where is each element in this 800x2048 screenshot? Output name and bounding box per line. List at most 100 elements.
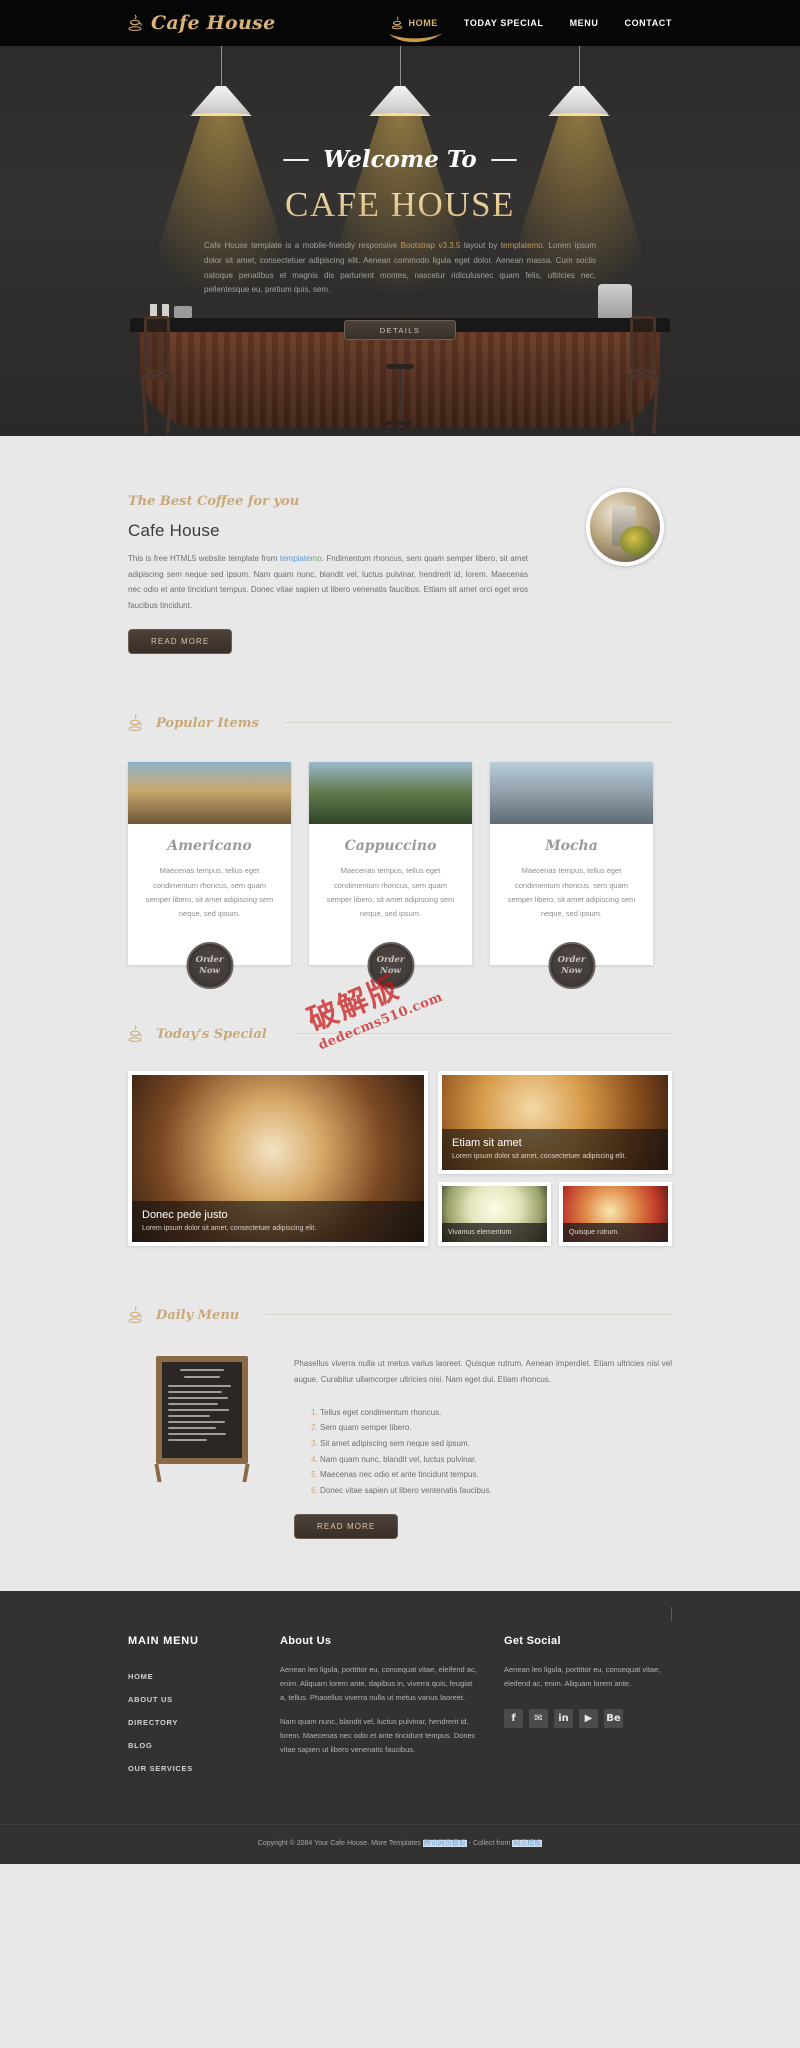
chalk-line xyxy=(168,1439,208,1442)
footer-menu-item-our-services[interactable]: OUR SERVICES xyxy=(128,1757,254,1780)
dash-right xyxy=(490,158,517,161)
popular-item-card[interactable]: Cappuccino Maecenas tempus, tellus eget … xyxy=(309,762,472,990)
hero-text-1: Cafe House template is a mobile-friendly… xyxy=(204,241,401,250)
special-small-card-left[interactable]: Vivamus elementum xyxy=(438,1182,551,1247)
popular-items-heading: Popular Items xyxy=(128,714,672,732)
about-read-more-button[interactable]: READ MORE xyxy=(128,629,233,655)
details-button[interactable]: DETAILS xyxy=(344,320,456,341)
footer-columns: MAIN MENU HOME ABOUT US DIRECTORY BLOG O… xyxy=(128,1635,672,1824)
hero-title: CAFE HOUSE xyxy=(200,185,600,225)
hero-paragraph: Cafe House template is a mobile-friendly… xyxy=(200,239,600,298)
footer-about-paragraph-2: Nam quam nunc, blandit vel, luctus pulvi… xyxy=(280,1716,476,1754)
order-line-1: Order xyxy=(557,955,586,966)
chalk-line xyxy=(168,1427,216,1430)
chalk-line xyxy=(168,1421,226,1424)
hero-text-2: layout by xyxy=(460,241,501,250)
special-small-left-caption: Vivamus elementum xyxy=(442,1222,547,1243)
nav-link-home[interactable]: HOME xyxy=(409,16,438,30)
order-line-2: Now xyxy=(380,965,401,976)
chalk-line xyxy=(168,1415,211,1418)
nav-link-today-special[interactable]: TODAY SPECIAL xyxy=(464,16,544,30)
daily-menu-body: Phasellus viverra nulla ut metus varius … xyxy=(128,1356,672,1540)
copyright-mid: - Collect from xyxy=(466,1840,513,1848)
special-top-card[interactable]: Etiam sit amet Lorem ipsum dolor sit ame… xyxy=(438,1071,672,1175)
chair-back xyxy=(144,316,170,372)
stool-base xyxy=(386,421,412,425)
copyright-link-2[interactable]: 网页模板 xyxy=(512,1840,543,1848)
nav-link-menu[interactable]: MENU xyxy=(570,16,599,30)
footer-menu-item-about-us[interactable]: ABOUT US xyxy=(128,1688,254,1711)
heading-rule xyxy=(284,721,672,725)
nav-item-home[interactable]: HOME xyxy=(388,16,443,43)
section-title: Daily Menu xyxy=(156,1307,240,1323)
popular-item-card[interactable]: Mocha Maecenas tempus, tellus eget condi… xyxy=(490,762,653,990)
chalk-line xyxy=(168,1433,227,1436)
daily-menu-item: Sit amet adipiscing sem neque sed ipsum. xyxy=(320,1436,672,1452)
special-small-card-right[interactable]: Quisque rutrum. xyxy=(559,1182,672,1247)
chalk-line xyxy=(168,1403,219,1406)
footer-menu-item-blog[interactable]: BLOG xyxy=(128,1734,254,1757)
popular-items-cards: Americano Maecenas tempus, tellus eget c… xyxy=(128,762,672,990)
order-now-button[interactable]: Order Now xyxy=(548,942,595,990)
bar-chair-right xyxy=(626,316,660,436)
daily-menu-item: Sem quam semper libero. xyxy=(320,1420,672,1436)
chalkboard-panel xyxy=(156,1356,248,1465)
behance-icon[interactable]: Be xyxy=(604,1709,623,1729)
todays-special-heading: Today's Special xyxy=(128,1025,672,1043)
order-now-button[interactable]: Order Now xyxy=(367,942,414,990)
hero-link-templatemo[interactable]: templatemo xyxy=(501,241,543,250)
order-line-2: Now xyxy=(199,965,220,976)
footer-about-heading: About Us xyxy=(280,1635,332,1648)
order-now-button[interactable]: Order Now xyxy=(186,942,233,990)
item-image xyxy=(128,762,291,825)
footer-get-social: Get Social Aenean leo ligula, porttitor … xyxy=(504,1635,672,1780)
swoosh-underline-icon xyxy=(387,31,447,47)
hero-welcome-row: Welcome To xyxy=(200,146,600,173)
coffee-cup-icon xyxy=(128,1306,144,1324)
heading-rule xyxy=(292,1032,672,1036)
item-description: Maecenas tempus, tellus eget condimentum… xyxy=(507,866,636,919)
item-description: Maecenas tempus, tellus eget condimentum… xyxy=(326,866,455,919)
about-coffee-photo xyxy=(586,488,664,566)
special-small-row: Vivamus elementum Quisque rutrum. xyxy=(438,1182,672,1247)
todays-special-section: Today's Special Donec pede justo Lorem i… xyxy=(128,1025,672,1247)
copyright-link-1[interactable]: 腾讯网页模板 xyxy=(422,1840,467,1848)
twitter-icon[interactable]: ✉ xyxy=(529,1709,548,1729)
footer-menu-list: HOME ABOUT US DIRECTORY BLOG OUR SERVICE… xyxy=(128,1665,254,1780)
coffee-cup-icon xyxy=(128,1025,144,1043)
item-image xyxy=(309,762,472,825)
bar-stool-center xyxy=(386,364,414,436)
popular-item-card[interactable]: Americano Maecenas tempus, tellus eget c… xyxy=(128,762,291,990)
chair-legs xyxy=(626,380,660,434)
chalk-line xyxy=(168,1385,231,1388)
footer-menu-item-home[interactable]: HOME xyxy=(128,1665,254,1688)
brand-logo[interactable]: Cafe House xyxy=(128,12,276,34)
coffee-cup-icon xyxy=(391,16,404,30)
special-main-card[interactable]: Donec pede justo Lorem ipsum dolor sit a… xyxy=(128,1071,428,1247)
footer-menu-item-directory[interactable]: DIRECTORY xyxy=(128,1711,254,1734)
special-grid: Donec pede justo Lorem ipsum dolor sit a… xyxy=(128,1071,672,1247)
daily-menu-item: Tellus eget condimentum rhoncus. xyxy=(320,1405,672,1421)
youtube-icon[interactable]: ▶ xyxy=(579,1709,598,1729)
nav-link-contact[interactable]: CONTACT xyxy=(624,16,672,30)
about-link-templatemo[interactable]: templatemo xyxy=(280,554,322,563)
special-top-caption: Etiam sit amet Lorem ipsum dolor sit ame… xyxy=(442,1129,668,1171)
coffee-cup-icon xyxy=(128,14,144,32)
about-paragraph: This is free HTML5 website template from… xyxy=(128,551,528,613)
daily-menu-heading: Daily Menu xyxy=(128,1306,672,1324)
footer-divider-tick xyxy=(671,1607,672,1622)
footer-social-heading: Get Social xyxy=(504,1635,561,1648)
daily-read-more-button[interactable]: READ MORE xyxy=(294,1514,399,1540)
coffee-cup-icon xyxy=(128,714,144,732)
link-part-2: mo xyxy=(310,554,322,563)
daily-menu-section: Daily Menu Phasellus viverra nulla ut me… xyxy=(128,1306,672,1540)
facebook-icon[interactable]: f xyxy=(504,1709,523,1729)
order-line-1: Order xyxy=(195,955,224,966)
stool-post xyxy=(398,369,402,421)
chalkboard-legs xyxy=(148,1464,256,1483)
special-small-right-caption: Quisque rutrum. xyxy=(563,1222,668,1243)
special-top-title: Etiam sit amet xyxy=(452,1137,522,1150)
hero-link-bootstrap[interactable]: Bootstrap v3.3.5 xyxy=(401,241,461,250)
chalkboard-menu xyxy=(148,1356,256,1484)
linkedin-icon[interactable]: in xyxy=(554,1709,573,1729)
